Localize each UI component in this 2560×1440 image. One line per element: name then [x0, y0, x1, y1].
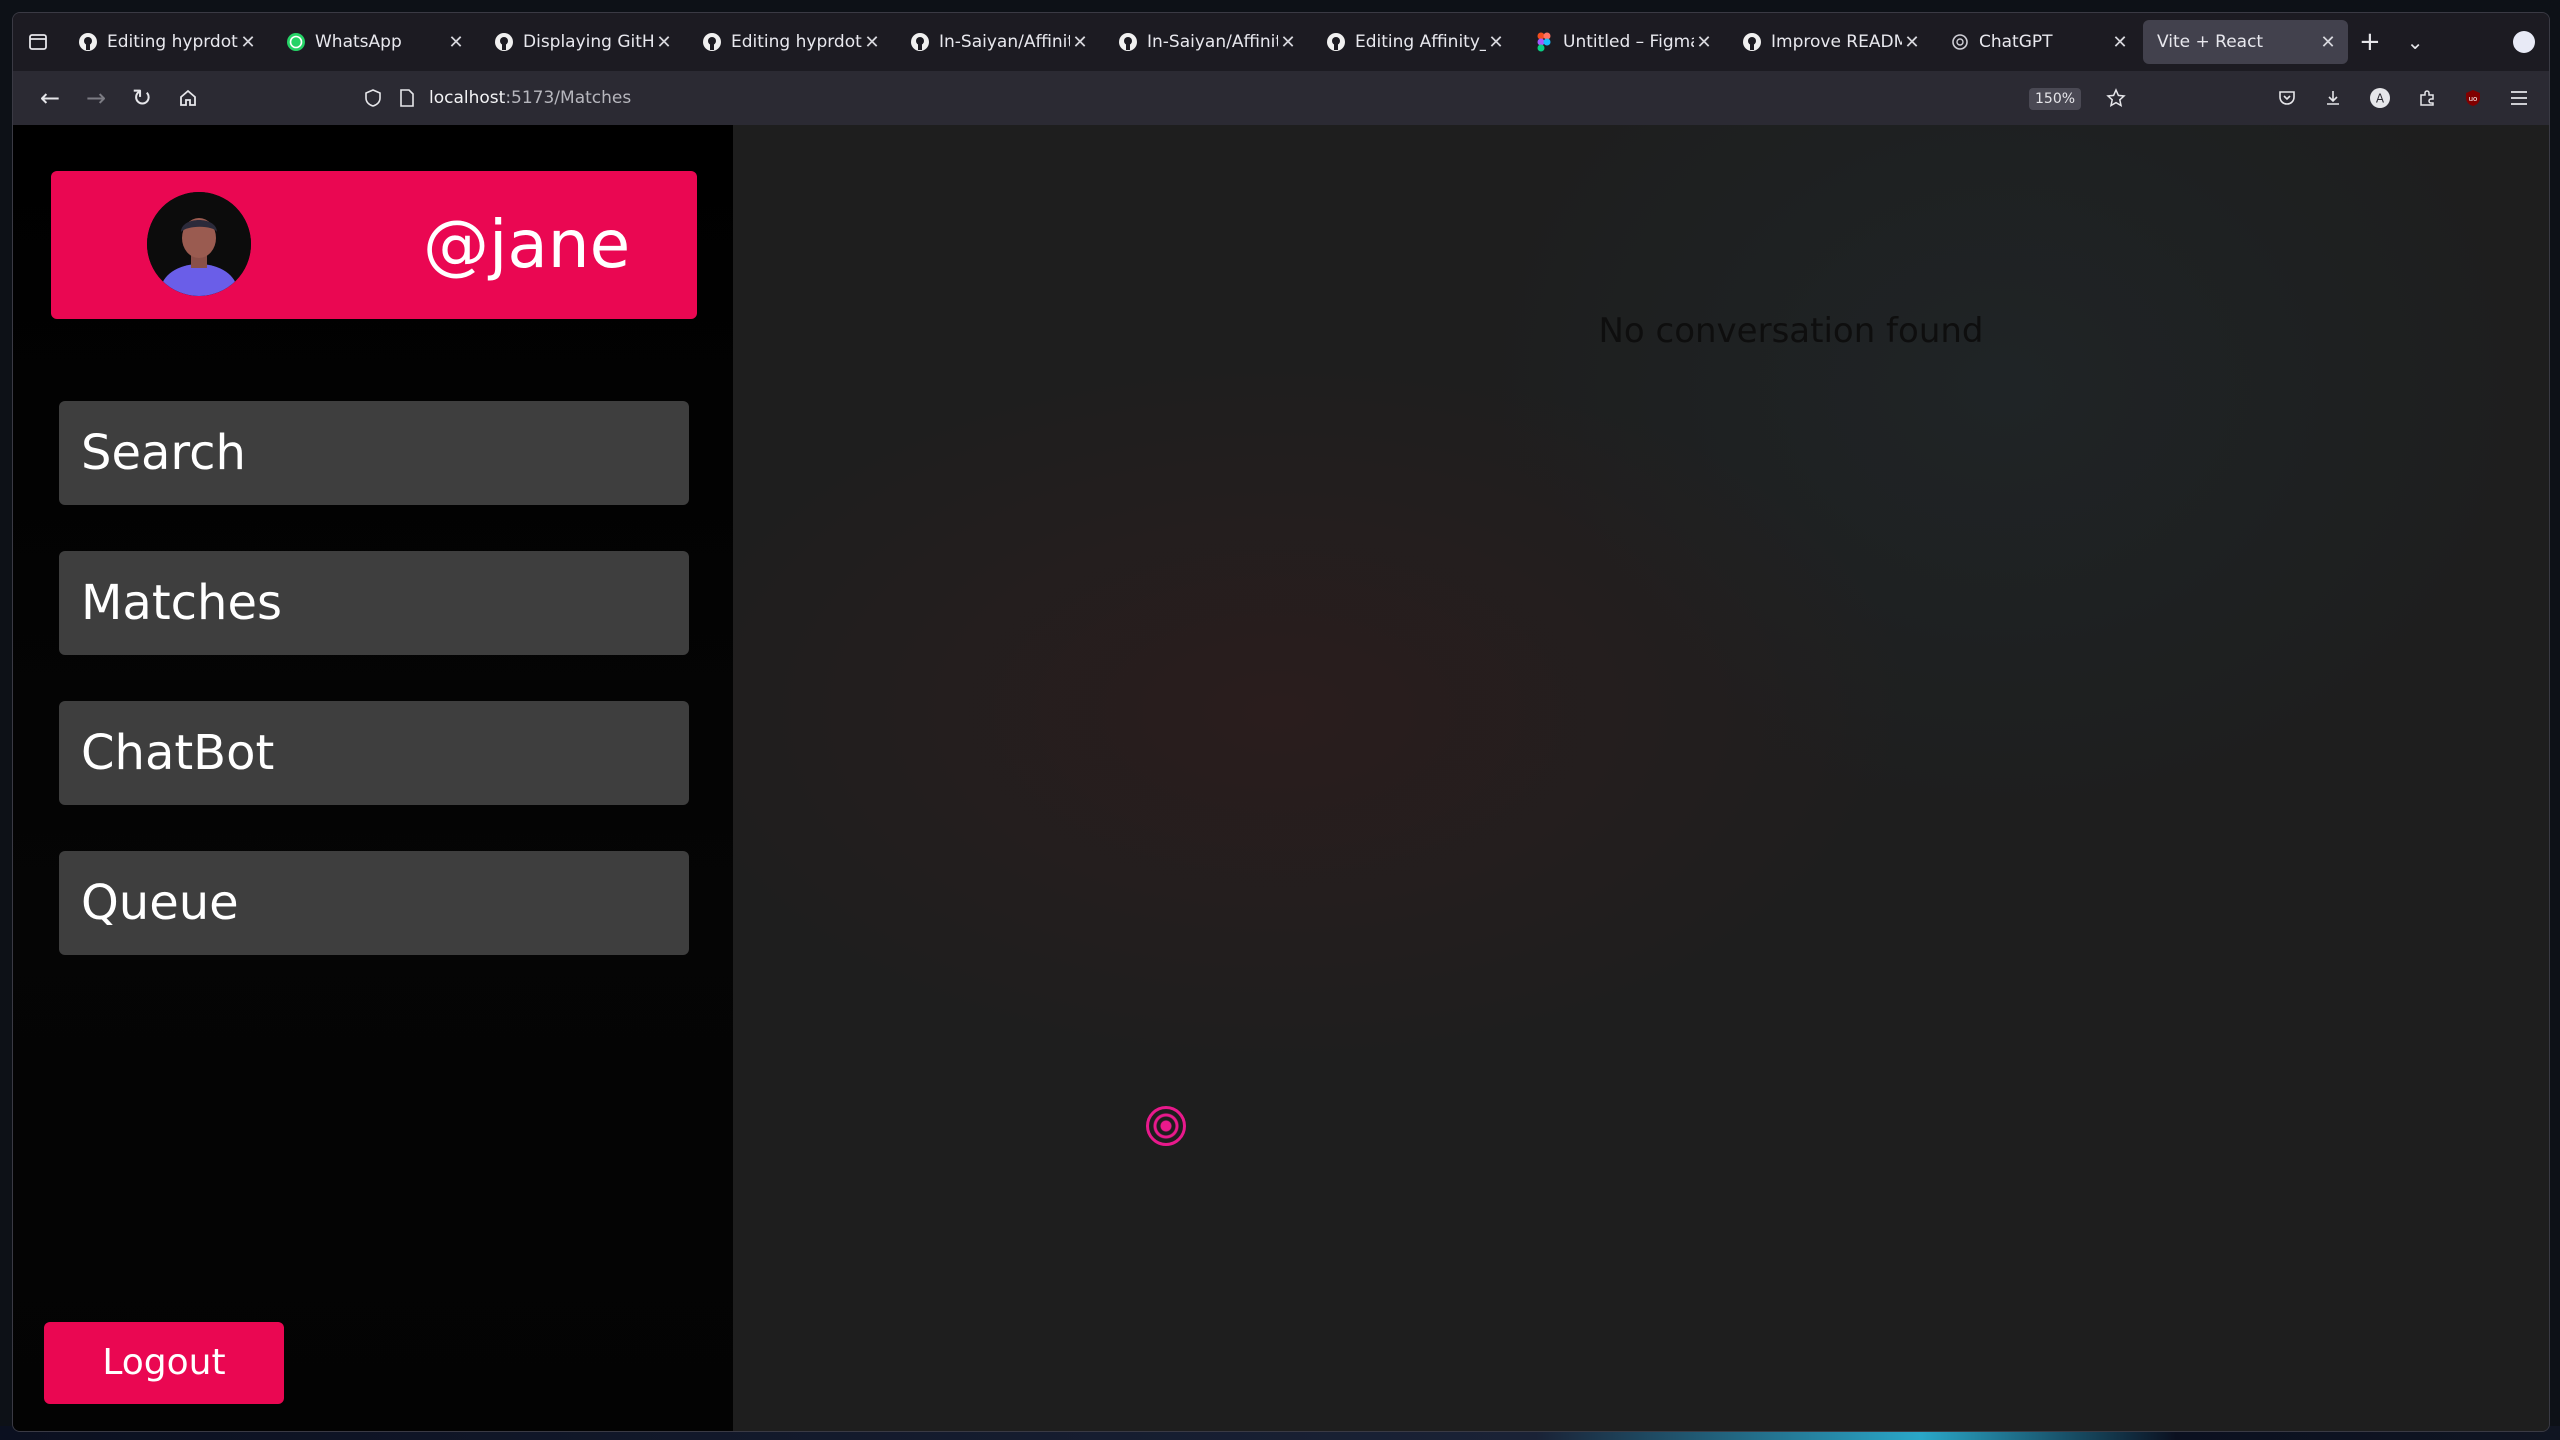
tab-strip: Editing hyprdots/R ✕ WhatsApp ✕ Displayi…	[63, 13, 2351, 71]
tab-title: In-Saiyan/Affinity_	[1147, 32, 1278, 52]
close-icon[interactable]: ✕	[2110, 32, 2130, 53]
user-avatar-icon	[147, 192, 251, 296]
close-icon[interactable]: ✕	[1070, 32, 1090, 53]
profile-card[interactable]: @jane	[51, 171, 697, 319]
tab-title: In-Saiyan/Affinity_	[939, 32, 1070, 52]
tab[interactable]: In-Saiyan/Affinity_ ✕	[1103, 20, 1308, 64]
figma-icon	[1533, 31, 1555, 53]
navigation-bar: ← → ↻ localhost:5173/Matches 150% A uo	[13, 71, 2549, 125]
tab[interactable]: Untitled – Figma ✕	[1519, 20, 1724, 64]
account-icon[interactable]: A	[2369, 87, 2391, 109]
shield-icon	[365, 89, 381, 107]
bookmark-star-icon[interactable]	[2106, 88, 2126, 108]
tab-bar: Editing hyprdots/R ✕ WhatsApp ✕ Displayi…	[13, 13, 2549, 71]
tab[interactable]: Editing hyprdots/R ✕	[63, 20, 268, 64]
toolbar-right: A uo	[2277, 71, 2529, 125]
matches-nav-button[interactable]: Matches	[59, 551, 689, 655]
page-viewport: @jane Search Matches ChatBot Queue Logou…	[13, 125, 2549, 1431]
logout-button[interactable]: Logout	[44, 1322, 284, 1404]
close-icon[interactable]: ✕	[2318, 32, 2338, 53]
firefox-view-button[interactable]	[13, 13, 63, 71]
close-icon[interactable]: ✕	[1278, 32, 1298, 53]
forward-button[interactable]: →	[73, 71, 119, 125]
tab-title: Editing hyprdots/R	[731, 32, 862, 52]
search-nav-button[interactable]: Search	[59, 401, 689, 505]
browser-window: Editing hyprdots/R ✕ WhatsApp ✕ Displayi…	[12, 12, 2550, 1432]
github-icon	[701, 31, 723, 53]
reload-button[interactable]: ↻	[119, 71, 165, 125]
svg-text:uo: uo	[2469, 95, 2478, 103]
github-icon	[909, 31, 931, 53]
reload-icon: ↻	[131, 84, 153, 112]
back-button[interactable]: ←	[27, 71, 73, 125]
arrow-left-icon: ←	[39, 84, 61, 112]
download-icon[interactable]	[2323, 88, 2343, 108]
github-icon	[1741, 31, 1763, 53]
tab-title: WhatsApp	[315, 32, 402, 52]
close-icon[interactable]: ✕	[238, 32, 258, 53]
url-path: :5173/Matches	[505, 88, 632, 108]
github-icon	[1117, 31, 1139, 53]
tab[interactable]: ChatGPT ✕	[1935, 20, 2140, 64]
extensions-icon[interactable]	[2417, 88, 2437, 108]
new-tab-button[interactable]: +	[2359, 27, 2381, 57]
url-host: localhost	[429, 88, 506, 108]
home-icon	[180, 89, 196, 106]
zoom-indicator[interactable]: 150%	[2029, 88, 2082, 110]
tab[interactable]: Editing Affinity_fro ✕	[1311, 20, 1516, 64]
github-icon	[493, 31, 515, 53]
sidebar: @jane Search Matches ChatBot Queue Logou…	[13, 125, 733, 1431]
whatsapp-icon	[285, 31, 307, 53]
pocket-icon[interactable]	[2277, 88, 2297, 108]
tab-title: ChatGPT	[1979, 32, 2053, 52]
list-all-tabs-button[interactable]: ⌄	[2407, 30, 2424, 54]
url-bar[interactable]: localhost:5173/Matches 150%	[351, 79, 2141, 117]
ublock-icon[interactable]: uo	[2463, 88, 2483, 108]
tab-title: Untitled – Figma	[1563, 32, 1694, 52]
firefox-view-icon	[29, 34, 47, 50]
close-icon[interactable]: ✕	[654, 32, 674, 53]
close-icon[interactable]: ✕	[1486, 32, 1506, 53]
tab[interactable]: WhatsApp ✕	[271, 20, 476, 64]
tab-title: Improve README.	[1771, 32, 1902, 52]
tab-title: Vite + React	[2157, 32, 2264, 52]
close-icon[interactable]: ✕	[1694, 32, 1714, 53]
github-icon	[1325, 31, 1347, 53]
close-icon[interactable]: ✕	[862, 32, 882, 53]
close-icon[interactable]: ✕	[446, 32, 466, 53]
tab[interactable]: Editing hyprdots/R ✕	[687, 20, 892, 64]
home-button[interactable]	[165, 71, 211, 125]
empty-state-message: No conversation found	[1598, 311, 1984, 351]
cursor-highlight	[1146, 1106, 1186, 1146]
tab-active[interactable]: Vite + React ✕	[2143, 20, 2348, 64]
tab[interactable]: Displaying GitHub ✕	[479, 20, 684, 64]
chatgpt-icon	[1949, 31, 1971, 53]
github-icon	[77, 31, 99, 53]
avatar[interactable]	[147, 192, 251, 296]
close-icon[interactable]: ✕	[1902, 32, 1922, 53]
username: @jane	[423, 206, 631, 283]
conversation-panel: No conversation found	[733, 125, 2549, 1431]
page-icon	[400, 89, 414, 107]
tabbar-controls: + ⌄	[2359, 27, 2424, 57]
menu-icon[interactable]	[2509, 89, 2529, 107]
tab-title: Editing hyprdots/R	[107, 32, 238, 52]
tab-title: Editing Affinity_fro	[1355, 32, 1486, 52]
svg-text:A: A	[2376, 92, 2385, 106]
tab[interactable]: Improve README. ✕	[1727, 20, 1932, 64]
arrow-right-icon: →	[85, 84, 107, 112]
tab[interactable]: In-Saiyan/Affinity_ ✕	[895, 20, 1100, 64]
queue-nav-button[interactable]: Queue	[59, 851, 689, 955]
window-control-dot[interactable]	[2513, 31, 2535, 53]
chatbot-nav-button[interactable]: ChatBot	[59, 701, 689, 805]
tab-title: Displaying GitHub	[523, 32, 654, 52]
